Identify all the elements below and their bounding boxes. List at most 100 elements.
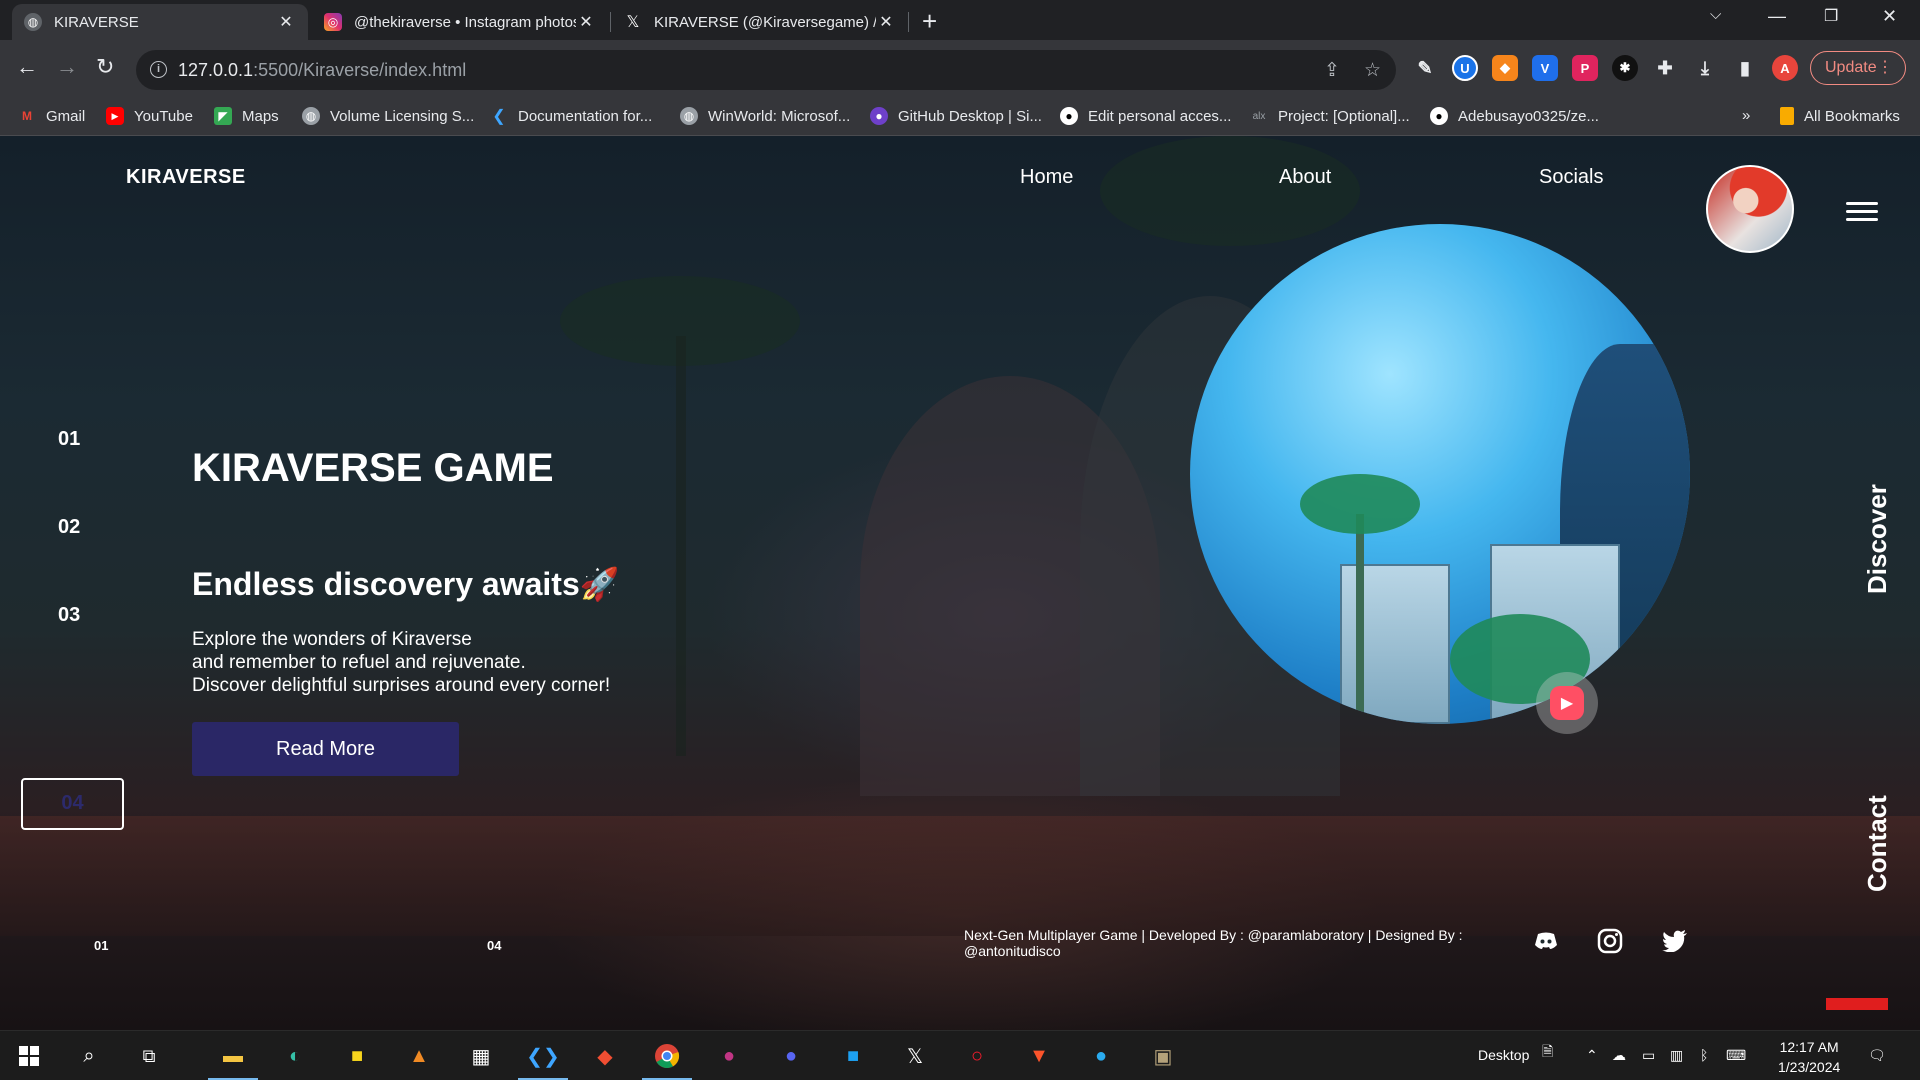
task-view-icon[interactable]: ⧉ xyxy=(132,1039,166,1073)
extension-p-icon[interactable]: P xyxy=(1572,55,1598,81)
minimize-button[interactable]: — xyxy=(1768,6,1786,27)
contact-link[interactable]: Contact xyxy=(1862,795,1893,892)
bookmark-documentation[interactable]: ❮ Documentation for... xyxy=(490,107,652,126)
keyboard-icon[interactable]: ⌨ xyxy=(1726,1047,1746,1064)
bookmark-youtube[interactable]: ▶ YouTube xyxy=(106,107,193,125)
system-clock[interactable]: 12:17 AM 1/23/2024 xyxy=(1778,1037,1840,1077)
read-more-button[interactable]: Read More xyxy=(192,722,459,776)
notifications-icon[interactable]: 🗨 xyxy=(1868,1047,1886,1064)
profile-avatar[interactable]: A xyxy=(1772,55,1798,81)
instagram-icon[interactable] xyxy=(1595,926,1625,956)
bluetooth-icon[interactable]: ᛒ xyxy=(1700,1047,1708,1063)
webflow-icon[interactable]: ● xyxy=(712,1039,746,1073)
bookmark-volume-licensing[interactable]: ◍ Volume Licensing S... xyxy=(302,107,474,125)
bookmark-github-desktop[interactable]: ● GitHub Desktop | Si... xyxy=(870,107,1042,125)
slide-number[interactable]: 02 xyxy=(58,516,80,539)
eyedropper-icon[interactable]: ✎ xyxy=(1412,55,1438,81)
tab-kiraverse[interactable]: ◍ KIRAVERSE ✕ xyxy=(12,4,308,40)
calculator-icon[interactable]: ▦ xyxy=(464,1039,498,1073)
page-viewport: KIRAVERSE Home About Socials 01 02 03 04… xyxy=(0,136,1920,1030)
discover-link[interactable]: Discover xyxy=(1862,484,1893,594)
twitter-app-icon[interactable]: ■ xyxy=(836,1039,870,1073)
network-icon[interactable]: ▥ xyxy=(1670,1047,1683,1064)
palm-trunk xyxy=(1356,514,1364,724)
bookmark-gmail[interactable]: M Gmail xyxy=(18,107,85,125)
photo-app-icon[interactable]: ▣ xyxy=(1146,1039,1180,1073)
cloud-icon[interactable]: ☁ xyxy=(1612,1047,1626,1064)
railing xyxy=(0,816,1920,936)
bookmarks-overflow-button[interactable]: » xyxy=(1742,107,1750,124)
download-icon[interactable]: ⤓ xyxy=(1692,55,1718,81)
slide-number[interactable]: 01 xyxy=(58,428,80,451)
extension-asterisk-icon[interactable]: ✱ xyxy=(1612,55,1638,81)
file-explorer-icon[interactable]: ▬ xyxy=(208,1039,258,1080)
tab-x-twitter[interactable]: 𝕏 KIRAVERSE (@Kiraversegame) / X ✕ xyxy=(612,4,908,40)
bookmark-label: Volume Licensing S... xyxy=(330,107,475,125)
vlc-icon[interactable]: ▲ xyxy=(402,1039,436,1073)
site-info-icon[interactable]: i xyxy=(150,61,167,78)
globe-icon: ◍ xyxy=(24,13,42,31)
back-button[interactable]: ← xyxy=(16,54,38,80)
reload-button[interactable]: ↻ xyxy=(96,54,114,80)
bookmark-star-icon[interactable]: ☆ xyxy=(1364,59,1381,82)
bookmark-edit-personal[interactable]: ● Edit personal acces... xyxy=(1060,107,1231,125)
bookmark-label: Edit personal acces... xyxy=(1088,107,1232,125)
site-logo[interactable]: KIRAVERSE xyxy=(126,166,246,189)
x-app-icon[interactable]: 𝕏 xyxy=(898,1039,932,1073)
tab-search-chevron-icon[interactable]: ⌵ xyxy=(1710,6,1721,23)
tab-instagram[interactable]: ◎ @thekiraverse • Instagram photos ✕ xyxy=(312,4,608,40)
all-bookmarks-button[interactable]: All Bookmarks xyxy=(1780,107,1900,125)
bookmark-label: YouTube xyxy=(134,107,193,125)
update-button[interactable]: Update ⋮ xyxy=(1810,51,1906,85)
extension-u-icon[interactable]: U xyxy=(1452,55,1478,81)
hamburger-menu-icon[interactable] xyxy=(1846,202,1878,222)
sticky-notes-icon[interactable]: ■ xyxy=(340,1039,374,1073)
opera-icon[interactable]: ○ xyxy=(960,1039,994,1073)
restore-button[interactable]: ❐ xyxy=(1824,6,1838,26)
browser-toolbar: ← → ↻ i 127.0.0.1:5500/Kiraverse/index.h… xyxy=(0,40,1920,98)
hero-subtitle: Endless discovery awaits🚀 xyxy=(192,566,620,602)
nav-socials[interactable]: Socials xyxy=(1539,166,1603,189)
file-sync-icon[interactable]: 🗎 xyxy=(1542,1041,1553,1065)
metamask-icon[interactable]: ◆ xyxy=(1492,55,1518,81)
close-window-button[interactable]: ✕ xyxy=(1882,6,1897,27)
gmail-icon: M xyxy=(22,109,32,123)
search-icon[interactable]: ⌕ xyxy=(72,1039,106,1073)
forward-button[interactable]: → xyxy=(56,54,78,80)
extension-v-icon[interactable]: V xyxy=(1532,55,1558,81)
bookmark-adebusayo[interactable]: ● Adebusayo0325/ze... xyxy=(1430,107,1599,125)
tab-title: KIRAVERSE xyxy=(54,13,139,31)
battery-icon[interactable]: ▭ xyxy=(1642,1047,1655,1064)
windows-start-icon[interactable] xyxy=(12,1039,46,1073)
vscode-icon[interactable]: ❮❯ xyxy=(518,1039,568,1080)
brave-icon[interactable]: ▼ xyxy=(1022,1039,1056,1073)
discord-app-icon[interactable]: ● xyxy=(774,1039,808,1073)
side-panel-icon[interactable]: ▮ xyxy=(1732,55,1758,81)
twitter-icon[interactable] xyxy=(1660,926,1690,956)
tray-overflow-chevron-icon[interactable]: ⌃ xyxy=(1586,1047,1598,1064)
play-video-button[interactable]: ▶ xyxy=(1536,672,1598,734)
close-icon[interactable]: ✕ xyxy=(576,12,596,32)
user-avatar[interactable] xyxy=(1706,165,1794,253)
extensions-puzzle-icon[interactable]: ✚ xyxy=(1652,55,1678,81)
slide-number-active[interactable]: 04 xyxy=(21,778,124,830)
slide-number[interactable]: 03 xyxy=(58,604,80,627)
share-icon[interactable]: ⇪ xyxy=(1324,59,1340,82)
close-icon[interactable]: ✕ xyxy=(876,12,896,32)
discord-icon[interactable] xyxy=(1531,926,1561,956)
edge-icon[interactable]: ◐ xyxy=(278,1039,312,1073)
chrome-icon[interactable] xyxy=(642,1039,692,1080)
new-tab-button[interactable]: + xyxy=(922,6,937,37)
nav-home[interactable]: Home xyxy=(1020,166,1073,189)
telegram-icon[interactable]: ● xyxy=(1084,1039,1118,1073)
update-label: Update xyxy=(1825,59,1877,76)
bookmark-project-optional[interactable]: alx Project: [Optional]... xyxy=(1250,107,1410,125)
git-icon[interactable]: ◆ xyxy=(588,1039,622,1073)
address-bar[interactable]: i 127.0.0.1:5500/Kiraverse/index.html ⇪ … xyxy=(136,50,1396,90)
footer-credits: Next-Gen Multiplayer Game | Developed By… xyxy=(964,927,1463,959)
bookmark-maps[interactable]: ◤ Maps xyxy=(214,107,279,125)
desktop-toolbar-label[interactable]: Desktop xyxy=(1478,1047,1529,1063)
nav-about[interactable]: About xyxy=(1279,166,1331,189)
close-icon[interactable]: ✕ xyxy=(276,12,296,32)
bookmark-winworld[interactable]: ◍ WinWorld: Microsof... xyxy=(680,107,850,125)
